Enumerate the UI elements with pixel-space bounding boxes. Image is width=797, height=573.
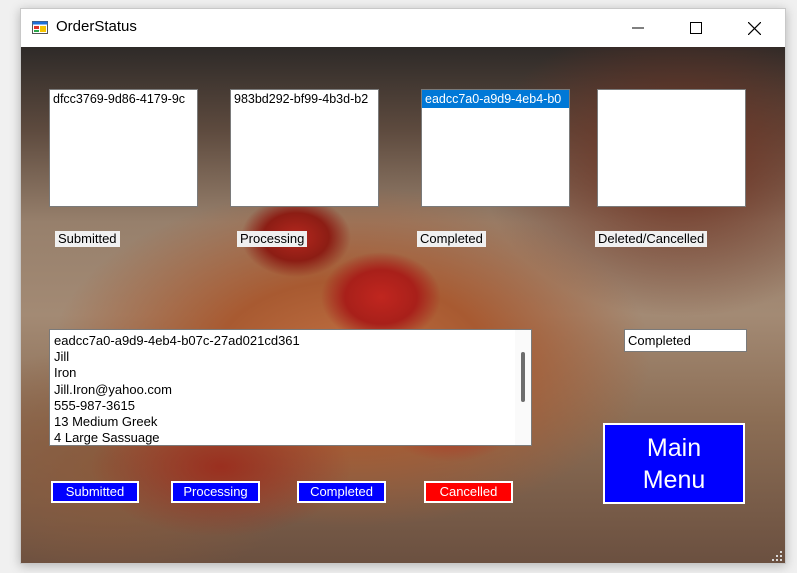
phone-line: 555-987-3615 xyxy=(54,397,135,413)
main-menu-label-line1: Main xyxy=(646,434,702,462)
deleted-cancelled-label: Deleted/Cancelled xyxy=(595,231,708,247)
minimize-button[interactable] xyxy=(609,9,667,47)
order-id-line: eadcc7a0-a9d9-4eb4-b07c-27ad021cd361 xyxy=(54,333,300,348)
app-form-icon xyxy=(32,21,48,34)
first-name-line: Jill xyxy=(54,349,70,365)
submitted-button[interactable]: Submitted xyxy=(51,481,139,503)
completed-label: Completed xyxy=(417,231,486,247)
current-status-field[interactable]: Completed xyxy=(624,329,747,352)
resize-grip-icon[interactable] xyxy=(772,551,782,561)
list-item[interactable]: dfcc3769-9d86-4179-9c xyxy=(50,90,197,108)
close-button[interactable] xyxy=(725,9,783,47)
scrollbar-thumb[interactable] xyxy=(521,352,525,402)
list-item[interactable]: eadcc7a0-a9d9-4eb4-b0 xyxy=(422,90,569,108)
submitted-label: Submitted xyxy=(55,231,120,247)
order-status-window: OrderStatus dfcc3769-9d86-4179-9c 983bd2… xyxy=(20,8,786,564)
form-client-area: dfcc3769-9d86-4179-9c 983bd292-bf99-4b3d… xyxy=(21,47,785,563)
email-line: Jill.Iron@yahoo.com xyxy=(54,381,172,397)
order-item-line: 4 Large Sassuage xyxy=(54,430,160,446)
completed-orders-list[interactable]: eadcc7a0-a9d9-4eb4-b0 xyxy=(421,89,570,207)
completed-button[interactable]: Completed xyxy=(297,481,386,503)
minimize-icon xyxy=(632,27,644,29)
maximize-icon xyxy=(690,22,702,34)
last-name-line: Iron xyxy=(54,365,77,381)
main-menu-label-line2: Menu xyxy=(642,466,706,494)
order-details-box[interactable]: eadcc7a0-a9d9-4eb4-b07c-27ad021cd361 Jil… xyxy=(49,329,532,446)
maximize-button[interactable] xyxy=(667,9,725,47)
order-item-line: 13 Medium Greek xyxy=(54,414,158,430)
cancelled-orders-list[interactable] xyxy=(597,89,746,207)
processing-label: Processing xyxy=(237,231,308,247)
title-bar[interactable]: OrderStatus xyxy=(21,9,785,47)
close-icon xyxy=(747,21,761,35)
cancelled-button[interactable]: Cancelled xyxy=(424,481,513,503)
processing-orders-list[interactable]: 983bd292-bf99-4b3d-b2 xyxy=(230,89,379,207)
submitted-orders-list[interactable]: dfcc3769-9d86-4179-9c xyxy=(49,89,198,207)
processing-button[interactable]: Processing xyxy=(171,481,260,503)
list-item[interactable]: 983bd292-bf99-4b3d-b2 xyxy=(231,90,378,108)
main-menu-button[interactable]: Main Menu xyxy=(603,423,745,504)
window-title: OrderStatus xyxy=(56,18,137,35)
